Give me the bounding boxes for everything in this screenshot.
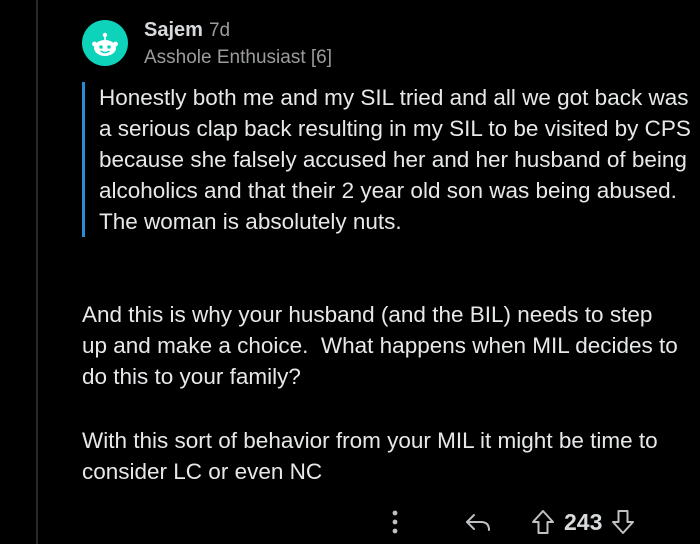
upvote-button[interactable] xyxy=(528,508,558,536)
thread-line[interactable] xyxy=(36,0,38,544)
more-options-button[interactable] xyxy=(380,509,410,535)
avatar[interactable] xyxy=(82,20,128,66)
user-flair: Asshole Enthusiast [6] xyxy=(144,47,332,68)
comment: Sajem 7d Asshole Enthusiast [6] Honestly… xyxy=(0,0,700,544)
more-vertical-icon xyxy=(392,510,398,534)
comment-actions: 243 xyxy=(380,504,638,540)
downvote-button[interactable] xyxy=(608,508,638,536)
comment-meta: Sajem 7d Asshole Enthusiast [6] xyxy=(144,18,332,71)
reply-arrow-icon xyxy=(466,514,490,531)
downvote-arrow-icon xyxy=(612,510,635,534)
snoo-avatar-icon xyxy=(92,32,118,56)
author-username[interactable]: Sajem xyxy=(144,18,203,42)
vote-score: 243 xyxy=(564,508,603,535)
author-line: Sajem 7d xyxy=(144,18,332,43)
reply-button[interactable] xyxy=(458,510,498,534)
upvote-arrow-icon xyxy=(532,510,554,534)
comment-age: 7d xyxy=(208,20,231,41)
blockquote: Honestly both me and my SIL tried and al… xyxy=(82,82,699,237)
comment-header: Sajem 7d Asshole Enthusiast [6] xyxy=(82,18,332,74)
comment-paragraph: And this is why your husband (and the BI… xyxy=(82,302,685,389)
comment-paragraph: With this sort of behavior from your MIL… xyxy=(82,428,664,484)
